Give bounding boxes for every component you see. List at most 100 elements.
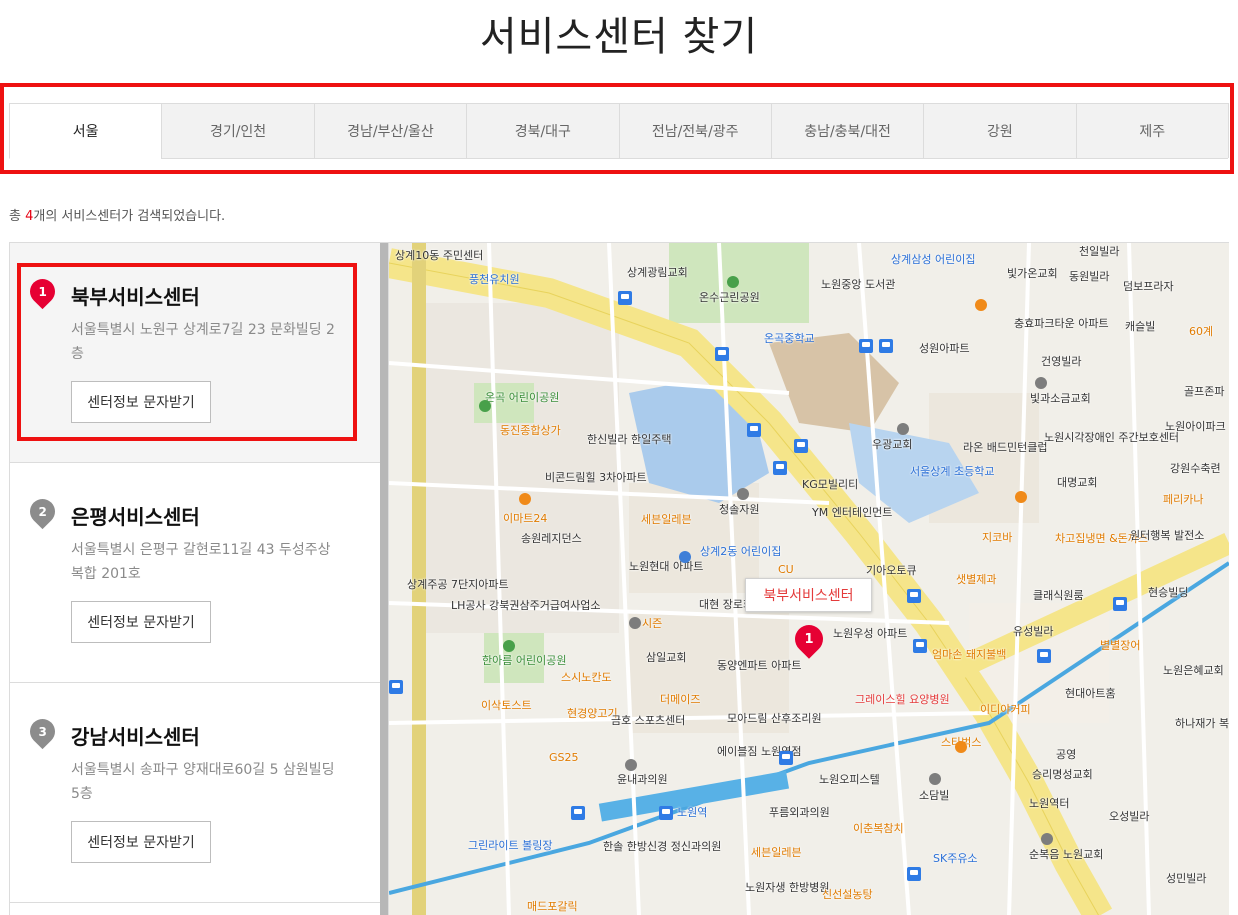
- kindergarten-icon: [679, 551, 691, 563]
- map-label: 푸름외과의원: [769, 806, 830, 819]
- center-address: 서울특별시 송파구 양재대로60길 5 삼원빌딩 5층: [71, 762, 335, 802]
- map[interactable]: 상계10동 주민센터 풍천유치원 상계광림교회 온수근린공원 노원중앙 도서관 …: [389, 242, 1229, 915]
- center-address: 서울특별시 노원구 상계로7길 23 문화빌딩 2층: [71, 322, 335, 362]
- store-icon: [519, 493, 531, 505]
- map-label: 비콘드림힐 3차아파트: [545, 471, 647, 484]
- tab-gyeongbuk-daegu[interactable]: 경북/대구: [466, 104, 619, 159]
- map-label: 시즌: [642, 617, 663, 630]
- center-item-gangnam[interactable]: 3 강남서비스센터 서울특별시 송파구 양재대로60길 5 삼원빌딩 5층 센터…: [10, 683, 382, 903]
- bus-stop-icon[interactable]: [773, 461, 787, 475]
- bus-stop-icon[interactable]: [715, 347, 729, 361]
- map-label: 금호 스포츠센터: [611, 714, 686, 727]
- bus-stop-icon[interactable]: [1037, 649, 1051, 663]
- map-label: 온수근린공원: [699, 291, 760, 304]
- map-label: 더메이즈: [660, 693, 701, 706]
- park-icon: [727, 276, 739, 288]
- map-label: 서울상계 초등학교: [910, 465, 995, 478]
- bus-stop-icon[interactable]: [859, 339, 873, 353]
- map-label: 상계삼성 어린이집: [891, 253, 976, 266]
- map-label: 노원역터: [1029, 797, 1070, 810]
- map-label: CU: [778, 563, 794, 576]
- map-label: 상계10동 주민센터: [395, 249, 484, 262]
- bus-stop-icon[interactable]: [747, 423, 761, 437]
- tab-jeonnam-jeonbuk-gwangju[interactable]: 전남/전북/광주: [618, 104, 771, 159]
- bus-stop-icon[interactable]: [618, 291, 632, 305]
- map-label: 노원현대 아파트: [629, 560, 704, 573]
- map-label: 강원수축련: [1170, 462, 1221, 475]
- map-label: 우광교회: [872, 438, 913, 451]
- map-label: 그레이스힐 요양병원: [855, 693, 950, 706]
- bus-stop-icon[interactable]: [1113, 597, 1127, 611]
- center-item-eunpyeong[interactable]: 2 은평서비스센터 서울특별시 은평구 갈현로11길 43 두성주상복합 201…: [10, 463, 382, 683]
- center-name[interactable]: 강남서비스센터: [71, 721, 200, 750]
- map-label: 60계: [1189, 325, 1214, 338]
- map-label: 세븐일레븐: [641, 513, 692, 526]
- bus-stop-icon[interactable]: [794, 439, 808, 453]
- map-label: 유성빌라: [1013, 625, 1054, 638]
- park-icon: [503, 640, 515, 652]
- send-center-info-sms-button[interactable]: 센터정보 문자받기: [71, 381, 211, 423]
- center-item-north[interactable]: 1 북부서비스센터 서울특별시 노원구 상계로7길 23 문화빌딩 2층 센터정…: [10, 243, 382, 463]
- bus-stop-icon[interactable]: [571, 806, 585, 820]
- map-label: 건영빌라: [1041, 355, 1082, 368]
- church-icon: [897, 423, 909, 435]
- store-icon: [975, 299, 987, 311]
- map-label: 노원중앙 도서관: [821, 278, 896, 291]
- map-label: 빛과소금교회: [1030, 392, 1091, 405]
- send-center-info-sms-button[interactable]: 센터정보 문자받기: [71, 601, 211, 643]
- tab-jeju[interactable]: 제주: [1075, 104, 1228, 159]
- map-label: 노원우성 아파트: [833, 627, 908, 640]
- map-label: 송원레지던스: [521, 532, 582, 545]
- map-label: 풍천유치원: [469, 273, 520, 286]
- center-name[interactable]: 은평서비스센터: [71, 501, 200, 530]
- scrollbar-thumb[interactable]: [380, 243, 388, 915]
- map-label: 오성빌라: [1109, 810, 1150, 823]
- bus-stop-icon[interactable]: [659, 806, 673, 820]
- tab-gyeongnam-busan-ulsan[interactable]: 경남/부산/울산: [313, 104, 467, 159]
- map-label: 골프존파: [1184, 385, 1225, 398]
- map-label: 노원시각장애인 주간보호센터: [1044, 431, 1180, 444]
- send-center-info-sms-button[interactable]: 센터정보 문자받기: [71, 821, 211, 863]
- map-label: 캐슬빌: [1125, 320, 1156, 333]
- bus-stop-icon[interactable]: [389, 680, 403, 694]
- map-label: 상계2동 어린이집: [700, 545, 782, 558]
- map-label: 모아드림 산후조리원: [727, 712, 822, 725]
- bus-stop-icon[interactable]: [779, 751, 793, 765]
- bus-stop-icon[interactable]: [913, 639, 927, 653]
- map-label: 샛별제과: [956, 573, 997, 586]
- bus-stop-icon[interactable]: [907, 589, 921, 603]
- bus-stop-icon[interactable]: [907, 867, 921, 881]
- map-label: 이삭토스트: [481, 699, 532, 712]
- map-label: 윤내과의원: [617, 773, 668, 786]
- tab-gyeonggi-incheon[interactable]: 경기/인천: [161, 104, 314, 159]
- center-name[interactable]: 북부서비스센터: [71, 281, 200, 310]
- map-label: 신선설농탕: [822, 888, 873, 901]
- map-label: 동진종합상가: [500, 424, 561, 437]
- list-scrollbar[interactable]: [380, 243, 388, 915]
- map-label: 기아오토큐: [866, 564, 917, 577]
- map-label: 동양엔파트 아파트: [717, 659, 802, 672]
- map-label: 천일빌라: [1079, 245, 1120, 258]
- tab-gangwon[interactable]: 강원: [923, 104, 1076, 159]
- map-label: LH공사 강북권삼주거급여사업소: [451, 599, 601, 612]
- bus-stop-icon[interactable]: [879, 339, 893, 353]
- map-marker-popup[interactable]: 북부서비스센터: [745, 578, 872, 612]
- map-pin-icon: 2: [24, 493, 61, 530]
- map-label: 대명교회: [1057, 476, 1098, 489]
- map-label: 스시노칸도: [561, 671, 612, 684]
- map-label: 덤보프라자: [1123, 280, 1174, 293]
- map-label: 별별장어: [1100, 639, 1141, 652]
- map-label: 엄마손 돼지불백: [932, 648, 1007, 661]
- region-tabs: 서울 경기/인천 경남/부산/울산 경북/대구 전남/전북/광주 충남/충북/대…: [9, 103, 1229, 159]
- tab-chungnam-chungbuk-daejeon[interactable]: 충남/충북/대전: [770, 104, 924, 159]
- cafe-icon: [955, 741, 967, 753]
- result-count-prefix: 총: [9, 209, 26, 224]
- store-icon: [1015, 491, 1027, 503]
- park-icon: [479, 400, 491, 412]
- map-label: 원터행복 발전소: [1130, 529, 1205, 542]
- poi-icon: [929, 773, 941, 785]
- poi-icon: [629, 617, 641, 629]
- map-label: 한신빌라 한일주택: [587, 433, 672, 446]
- map-label: 온곡중학교: [764, 332, 815, 345]
- tab-seoul[interactable]: 서울: [9, 104, 162, 159]
